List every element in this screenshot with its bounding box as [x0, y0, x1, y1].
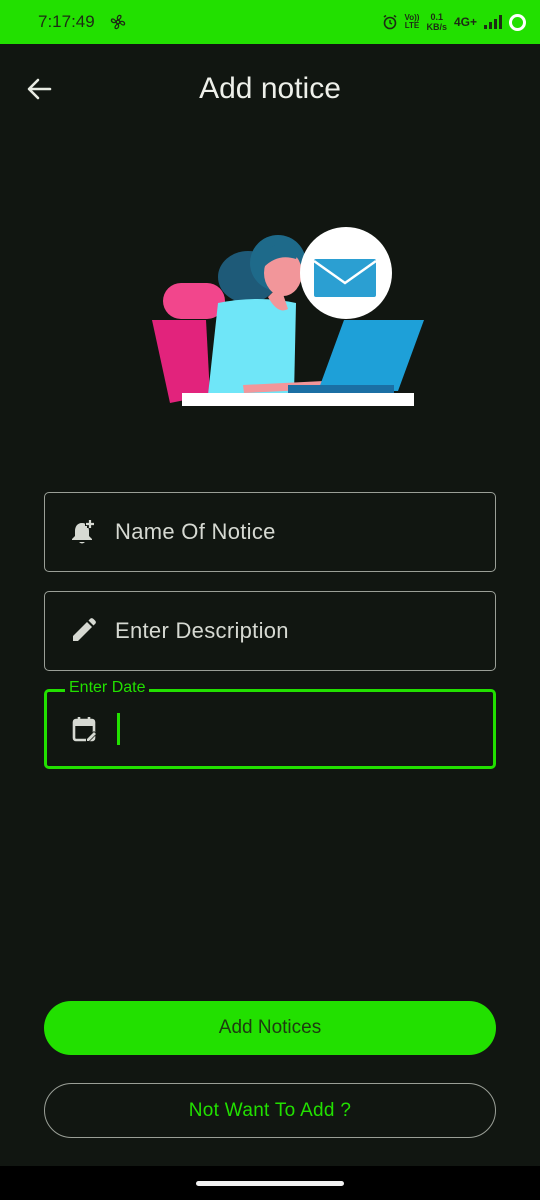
alarm-icon — [383, 14, 396, 30]
calendar-edit-icon — [72, 717, 97, 742]
network-type: 4G+ — [453, 15, 477, 29]
cancel-label: Not Want To Add ? — [188, 1099, 352, 1121]
description-field[interactable]: Enter Description — [44, 591, 496, 671]
fan-icon — [110, 14, 125, 30]
add-notices-button[interactable]: Add Notices — [44, 1001, 496, 1055]
status-time: 7:17:49 — [38, 12, 95, 31]
cancel-button[interactable]: Not Want To Add ? — [44, 1083, 496, 1138]
status-bar: 7:17:49 Vo)) LTE 0.1 KB/s 4G+ — [0, 0, 540, 44]
battery-ring-icon — [509, 13, 526, 31]
date-field-label: Enter Date — [65, 679, 150, 697]
pencil-icon — [73, 618, 96, 641]
status-indicators: Vo)) LTE 0.1 KB/s 4G+ — [382, 12, 526, 32]
page-title: Add notice — [199, 72, 341, 105]
app-bar: Add notice — [0, 56, 540, 124]
notice-illustration — [152, 227, 424, 406]
volte-indicator: Vo)) LTE — [405, 14, 420, 30]
date-field[interactable]: Enter Date — [44, 679, 496, 769]
text-cursor — [117, 713, 120, 745]
system-nav-bar — [0, 1166, 540, 1200]
signal-icon — [484, 15, 502, 29]
add-notices-label: Add Notices — [218, 1017, 322, 1038]
notice-name-field[interactable]: Name Of Notice — [44, 492, 496, 572]
description-placeholder: Enter Description — [115, 618, 289, 643]
notice-name-placeholder: Name Of Notice — [115, 519, 276, 544]
network-speed: 0.1 KB/s — [426, 12, 447, 32]
speed-unit: KB/s — [426, 22, 447, 32]
lte-label: LTE — [404, 21, 420, 30]
speed-value: 0.1 — [430, 12, 443, 22]
home-gesture-handle[interactable] — [196, 1181, 344, 1186]
notification-add-icon — [72, 520, 94, 544]
